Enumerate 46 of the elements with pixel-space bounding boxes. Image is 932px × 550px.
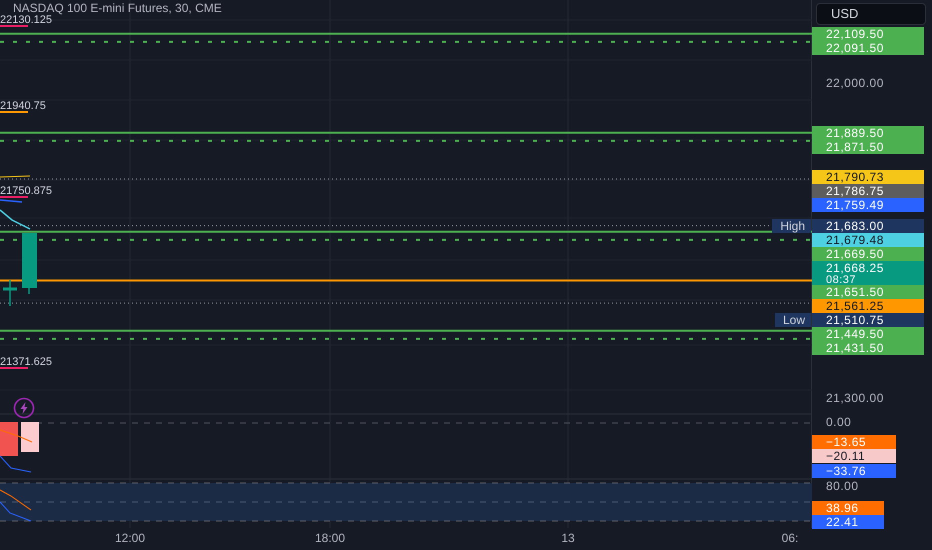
price-side-label: Low [774,312,811,327]
price-tag: 21,510.75 [812,312,924,327]
axis-tick: 22,000.00 [826,76,884,90]
price-label: 21940.75 [0,100,46,113]
value-tag: −13.65 [812,434,896,449]
axis-tick: 80.00 [826,479,859,493]
value-tag: 38.96 [812,500,884,515]
price-tag: 21,871.50 [812,140,924,154]
price-tag: 21,651.50 [812,284,924,299]
time-label: 13 [561,531,575,545]
indicator-line [0,502,32,522]
value-tag: 22.41 [812,514,884,529]
price-tag: 21,431.50 [812,340,924,355]
price-tag: 21,889.50 [812,126,924,140]
price-tag: 21,679.48 [812,232,924,247]
value-tag: −20.11 [812,448,896,463]
price-label: 21750.875 [0,185,52,198]
lightning-icon[interactable] [13,397,35,419]
price-tag: 21,790.73 [812,170,924,184]
price-label: 21371.625 [0,356,52,369]
value-tag: −33.76 [812,464,896,478]
axis-tick: 0.00 [826,415,852,429]
currency-button[interactable]: USD [816,3,926,25]
price-tag: 21,683.00 [812,218,924,233]
time-label: 12:00 [114,531,146,545]
time-label: 06: [782,531,798,545]
indicator-line [0,490,32,510]
indicator-line [0,456,32,472]
time-label: 18:00 [314,531,346,545]
chart-title: NASDAQ 100 E-mini Futures, 30, CME [13,1,222,15]
price-tag: 21,449.50 [812,326,924,341]
histogram-drawing [0,422,39,456]
price-tag: 21,759.49 [812,198,924,212]
price-tag: 21,669.50 [812,246,924,261]
price-tag: 21,668.25 08:37 [812,260,924,285]
price-label: 22130.125 [0,14,52,28]
price-tag: 21,786.75 [812,184,924,198]
price-tag: 22,109.50 [812,26,924,41]
axis-tick: 21,300.00 [826,391,884,405]
indicator-line [0,199,22,203]
indicator-line [0,209,30,230]
price-side-label: High [772,218,811,233]
price-tag: 22,091.50 [812,40,924,55]
indicator-line [0,430,32,442]
indicator-line [0,176,30,178]
price-tag: 21,561.25 [812,298,924,313]
